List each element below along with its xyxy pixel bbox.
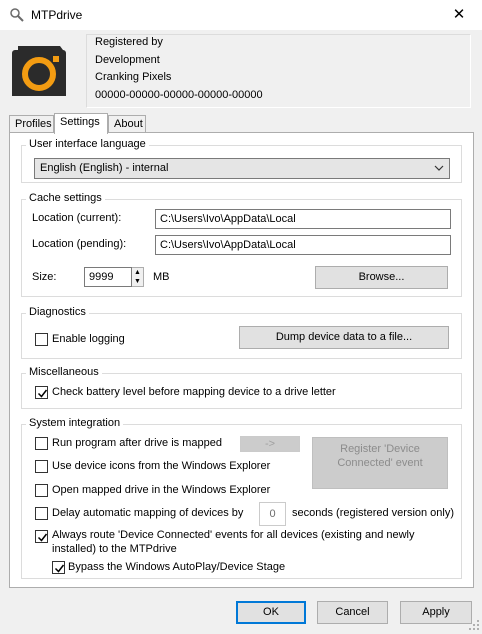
spin-down-icon[interactable]: ▼	[132, 277, 143, 286]
register-device-connected-label: Register 'Device Connected' event	[337, 443, 423, 469]
always-route-label-line1: Always route 'Device Connected' events f…	[52, 529, 415, 541]
spin-up-icon[interactable]: ▲	[132, 268, 143, 277]
delay-seconds-field[interactable]: 0	[259, 502, 286, 526]
registered-company: Cranking Pixels	[95, 71, 172, 83]
tab-profiles[interactable]: Profiles	[9, 115, 54, 133]
misc-group: Miscellaneous Check battery level before…	[21, 366, 462, 409]
run-program-label: Run program after drive is mapped	[52, 437, 222, 449]
ok-button-label: OK	[263, 606, 279, 618]
apply-button[interactable]: Apply	[400, 601, 472, 624]
always-route-checkbox[interactable]	[35, 530, 48, 543]
dialog-footer: OK Cancel Apply	[0, 588, 482, 633]
use-device-icons-checkbox[interactable]	[35, 460, 48, 473]
open-mapped-drive-checkbox[interactable]	[35, 484, 48, 497]
bypass-autoplay-label: Bypass the Windows AutoPlay/Device Stage	[68, 561, 286, 573]
system-integration-group: System integration Run program after dri…	[21, 417, 462, 579]
title-bar: MTPdrive ✕	[0, 0, 482, 30]
chevron-down-icon	[433, 162, 445, 174]
checkmark-icon	[37, 389, 48, 398]
cache-group: Cache settings Location (current): C:\Us…	[21, 192, 462, 297]
ui-language-group: User interface language English (English…	[21, 138, 462, 183]
close-button[interactable]: ✕	[436, 0, 482, 30]
checkmark-icon	[54, 564, 65, 573]
location-current-field[interactable]: C:\Users\Ivo\AppData\Local	[155, 209, 451, 229]
language-select-value: English (English) - internal	[40, 162, 169, 174]
browse-button[interactable]: Browse...	[315, 266, 448, 289]
location-current-label: Location (current):	[32, 212, 122, 224]
location-pending-field[interactable]: C:\Users\Ivo\AppData\Local	[155, 235, 451, 255]
browse-button-label: Browse...	[358, 271, 405, 283]
tab-about[interactable]: About	[108, 115, 146, 133]
app-logo	[8, 36, 74, 104]
diagnostics-group: Diagnostics Enable logging Dump device d…	[21, 306, 462, 359]
diagnostics-title: Diagnostics	[26, 306, 89, 318]
settings-panel: User interface language English (English…	[9, 132, 474, 588]
size-label: Size:	[32, 271, 57, 283]
dump-device-data-button[interactable]: Dump device data to a file...	[239, 326, 449, 349]
registration-box: Registered by Development Cranking Pixel…	[86, 34, 471, 108]
window-title: MTPdrive	[31, 8, 83, 22]
close-icon: ✕	[452, 6, 466, 23]
enable-logging-label: Enable logging	[52, 333, 125, 345]
location-pending-label: Location (pending):	[32, 238, 127, 250]
delay-mapping-checkbox[interactable]	[35, 507, 48, 520]
delay-mapping-label: Delay automatic mapping of devices by	[52, 507, 244, 519]
app-icon	[9, 7, 25, 23]
size-spinner[interactable]: ▲ ▼	[132, 267, 144, 287]
apply-button-label: Apply	[422, 606, 450, 618]
ui-language-title: User interface language	[26, 138, 149, 150]
open-mapped-drive-label: Open mapped drive in the Windows Explore…	[52, 484, 271, 496]
run-program-browse-label: ->	[264, 438, 276, 450]
register-device-connected-button[interactable]: Register 'Device Connected' event	[312, 437, 448, 489]
size-field[interactable]: 9999	[84, 267, 132, 287]
run-program-browse-button[interactable]: ->	[240, 436, 300, 452]
check-battery-label: Check battery level before mapping devic…	[52, 386, 336, 398]
cancel-button-label: Cancel	[335, 606, 370, 618]
mtpdrive-window: MTPdrive ✕ Registered by Development Cra…	[0, 0, 482, 633]
bypass-autoplay-checkbox[interactable]	[52, 561, 65, 574]
ok-button[interactable]: OK	[236, 601, 306, 624]
tab-settings[interactable]: Settings	[54, 113, 108, 134]
run-program-checkbox[interactable]	[35, 437, 48, 450]
system-integration-title: System integration	[26, 417, 124, 429]
cache-title: Cache settings	[26, 192, 105, 204]
delay-seconds-suffix: seconds (registered version only)	[292, 507, 455, 519]
checkmark-icon	[37, 533, 48, 542]
cancel-button[interactable]: Cancel	[317, 601, 388, 624]
always-route-label-line2: installed) to the MTPdrive	[52, 543, 177, 555]
registration-key: 00000-00000-00000-00000-00000	[95, 89, 263, 101]
enable-logging-checkbox[interactable]	[35, 333, 48, 346]
use-device-icons-label: Use device icons from the Windows Explor…	[52, 460, 271, 472]
misc-title: Miscellaneous	[26, 366, 102, 378]
registered-by-label: Registered by	[95, 36, 163, 48]
registered-name: Development	[95, 54, 160, 66]
dump-device-data-label: Dump device data to a file...	[275, 331, 413, 343]
check-battery-checkbox[interactable]	[35, 386, 48, 399]
size-unit: MB	[153, 271, 170, 283]
language-select[interactable]: English (English) - internal	[34, 158, 450, 179]
resize-grip-icon[interactable]	[468, 619, 480, 631]
